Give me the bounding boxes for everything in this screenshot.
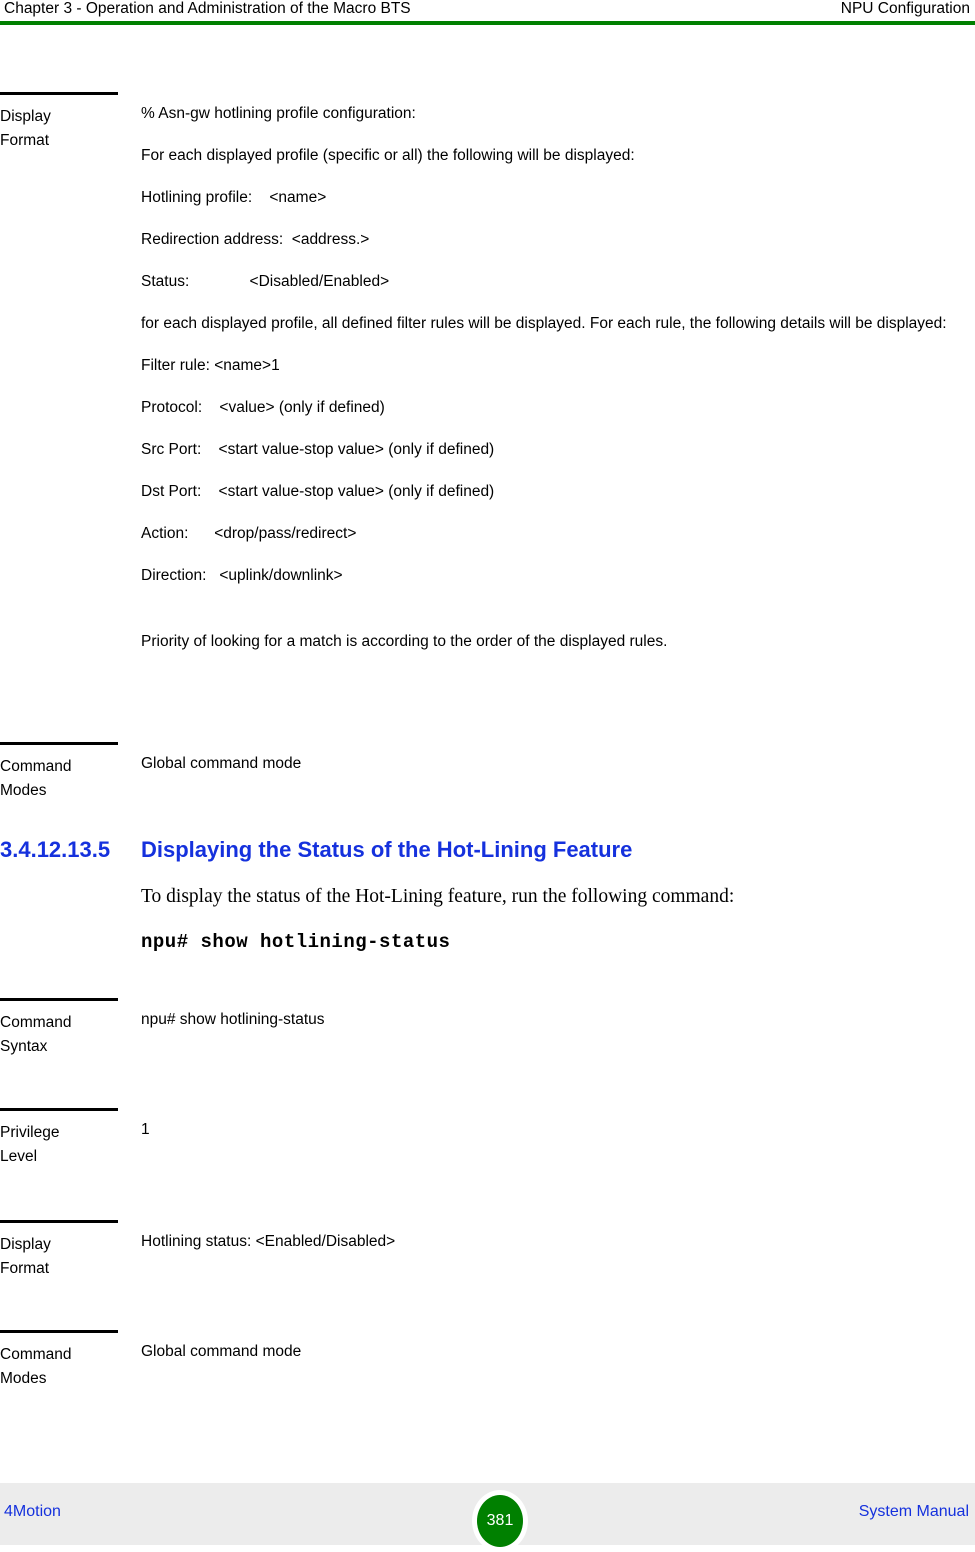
spec-row-display-format-1: Display Format % Asn-gw hotlining profil…	[0, 92, 975, 732]
display-format-line: Dst Port: <start value-stop value> (only…	[141, 483, 495, 500]
display-format-2-value: Hotlining status: <Enabled/Disabled>	[141, 1233, 396, 1250]
spec-row-command-syntax: Command Syntax npu# show hotlining-statu…	[0, 998, 975, 1088]
spec-label-line-2: Modes	[0, 1370, 47, 1387]
display-format-line: Protocol: <value> (only if defined)	[141, 399, 385, 416]
command-modes-value: Global command mode	[141, 755, 302, 772]
privilege-level-value: 1	[141, 1121, 150, 1138]
display-format-line: Filter rule: <name>1	[141, 357, 280, 374]
command-modes-2-value: Global command mode	[141, 1343, 302, 1360]
section-title: Displaying the Status of the Hot-Lining …	[141, 837, 633, 862]
spec-label-display-format-1: Display Format	[0, 92, 118, 153]
spec-label-line-2: Format	[0, 1260, 50, 1277]
header-chapter-title: Chapter 3 - Operation and Administration…	[4, 0, 411, 17]
spec-label-line-2: Format	[0, 132, 50, 149]
display-format-line: Src Port: <start value-stop value> (only…	[141, 441, 495, 458]
section-heading: 3.4.12.13.5 Displaying the Status of the…	[0, 836, 975, 866]
spec-value-display-format-2: Hotlining status: <Enabled/Disabled>	[141, 1220, 967, 1254]
spec-label-command-modes-2: Command Modes	[0, 1330, 118, 1391]
footer-product-name: 4Motion	[4, 1503, 61, 1520]
display-format-line: Status: <Disabled/Enabled>	[141, 273, 390, 290]
page-number-value: 381	[477, 1495, 523, 1547]
section-command-line: npu# show hotlining-status	[141, 931, 451, 953]
section-intro-paragraph: To display the status of the Hot-Lining …	[141, 886, 735, 907]
display-format-line: For each displayed profile (specific or …	[141, 147, 635, 164]
spec-label-line-2: Level	[0, 1148, 38, 1165]
spec-row-privilege-level: Privilege Level 1	[0, 1108, 975, 1198]
spec-label-display-format-2: Display Format	[0, 1220, 118, 1281]
display-format-line: Action: <drop/pass/redirect>	[141, 525, 357, 542]
spec-label-line-1: Display	[0, 1236, 51, 1253]
display-format-line: Hotlining profile: <name>	[141, 189, 327, 206]
spec-value-command-modes-1: Global command mode	[141, 742, 967, 776]
display-format-line: Direction: <uplink/downlink>	[141, 567, 343, 584]
spec-label-line-2: Modes	[0, 782, 47, 799]
spec-label-line-1: Command	[0, 1014, 72, 1031]
display-format-line: Redirection address: <address.>	[141, 231, 370, 248]
spec-label-line-1: Command	[0, 758, 72, 775]
spec-row-display-format-2: Display Format Hotlining status: <Enable…	[0, 1220, 975, 1310]
spec-label-line-1: Display	[0, 108, 51, 125]
display-format-line: % Asn-gw hotlining profile configuration…	[141, 105, 416, 122]
spec-label-privilege-level: Privilege Level	[0, 1108, 118, 1169]
spec-label-line-1: Privilege	[0, 1124, 60, 1141]
display-format-note: Priority of looking for a match is accor…	[141, 633, 668, 650]
spec-label-command-modes-1: Command Modes	[0, 742, 118, 803]
spec-label-line-1: Command	[0, 1346, 72, 1363]
spec-value-command-modes-2: Global command mode	[141, 1330, 967, 1364]
spec-label-command-syntax: Command Syntax	[0, 998, 118, 1059]
header-divider-rule	[0, 21, 975, 25]
spec-value-display-format-1: % Asn-gw hotlining profile configuration…	[141, 92, 967, 654]
display-format-line: for each displayed profile, all defined …	[141, 315, 947, 332]
spec-row-command-modes-1: Command Modes Global command mode	[0, 742, 975, 822]
section-number: 3.4.12.13.5	[0, 837, 111, 862]
spec-value-command-syntax: npu# show hotlining-status	[141, 998, 967, 1032]
spec-value-privilege-level: 1	[141, 1108, 967, 1142]
header-section-title: NPU Configuration	[840, 0, 970, 17]
spec-row-command-modes-2: Command Modes Global command mode	[0, 1330, 975, 1420]
footer-document-title: System Manual	[858, 1503, 969, 1520]
command-syntax-value: npu# show hotlining-status	[141, 1011, 325, 1028]
spec-label-line-2: Syntax	[0, 1038, 48, 1055]
page-number-badge: 381	[472, 1490, 528, 1552]
